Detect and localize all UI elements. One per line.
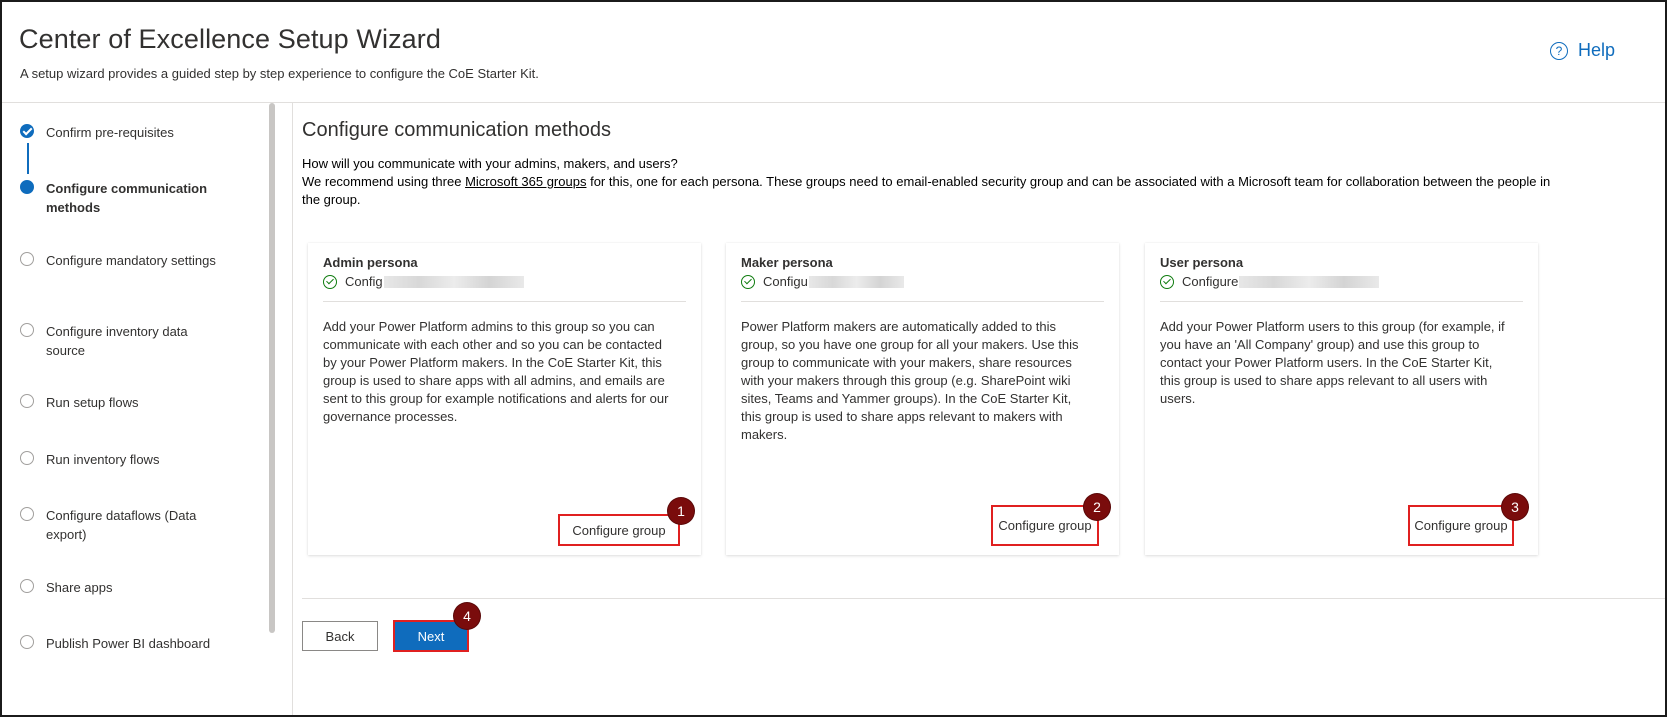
step-pending-circle-icon: [20, 451, 34, 465]
step-label: Configure dataflows (Data export): [46, 508, 197, 542]
status-text: Configure: [1182, 274, 1239, 289]
intro-text: How will you communicate with your admin…: [302, 155, 1560, 209]
help-link[interactable]: ? Help: [1549, 40, 1615, 61]
redacted-group-name: [808, 275, 904, 288]
page-header: Center of Excellence Setup Wizard A setu…: [2, 2, 1665, 103]
step-pending-circle-icon: [20, 252, 34, 266]
card-description: Power Platform makers are automatically …: [741, 319, 1079, 442]
redacted-group-name: [1239, 275, 1380, 288]
card-divider: [323, 301, 686, 302]
card-status: Configu: [741, 274, 904, 289]
configure-admin-group-button[interactable]: Configure group: [558, 514, 680, 546]
page-title: Center of Excellence Setup Wizard: [19, 24, 441, 54]
question-circle-icon: ?: [1549, 41, 1568, 60]
step-configure-dataflows[interactable]: Configure dataflows (Data export): [20, 506, 221, 544]
step-label: Configure mandatory settings: [46, 253, 216, 268]
card-divider: [1160, 301, 1523, 302]
step-completed-check-icon: [20, 124, 34, 138]
maker-persona-card: Maker persona Configu Power Platform mak…: [726, 243, 1119, 555]
step-pending-circle-icon: [20, 323, 34, 337]
step-run-setup-flows[interactable]: Run setup flows: [20, 393, 221, 412]
card-title: User persona: [1160, 255, 1244, 270]
check-circle-icon: [741, 274, 755, 289]
step-label: Confirm pre-requisites: [46, 125, 174, 140]
step-progress-line: [27, 143, 29, 174]
step-label: Publish Power BI dashboard: [46, 636, 211, 651]
step-pending-circle-icon: [20, 507, 34, 521]
step-publish-power-bi-dashboard[interactable]: Publish Power BI dashboard: [20, 634, 221, 653]
sidebar-scrollbar[interactable]: [269, 103, 275, 633]
step-configure-mandatory-settings[interactable]: Configure mandatory settings: [20, 251, 221, 270]
back-button[interactable]: Back: [302, 621, 378, 651]
intro-recommendation: We recommend using three Microsoft 365 g…: [302, 173, 1560, 209]
step-label: Run inventory flows: [46, 452, 160, 467]
step-pending-circle-icon: [20, 635, 34, 649]
step-number-badge: 2: [1084, 494, 1110, 520]
help-label: Help: [1577, 40, 1615, 60]
steps-sidebar: Confirm pre-requisites Configure communi…: [2, 103, 293, 715]
configure-user-group-button[interactable]: Configure group: [1408, 505, 1514, 546]
admin-persona-card: Admin persona Config Add your Power Plat…: [308, 243, 701, 555]
step-confirm-prerequisites[interactable]: Confirm pre-requisites: [20, 123, 221, 142]
microsoft-365-groups-link[interactable]: Microsoft 365 groups: [465, 174, 586, 189]
step-current-dot-icon: [20, 180, 34, 194]
step-run-inventory-flows[interactable]: Run inventory flows: [20, 450, 221, 469]
step-label: Configure communication methods: [46, 181, 208, 215]
step-label: Run setup flows: [46, 395, 139, 410]
step-number-badge: 4: [454, 603, 480, 629]
section-title: Configure communication methods: [302, 119, 612, 141]
card-title: Maker persona: [741, 255, 833, 270]
footer-divider: [302, 598, 1665, 599]
main-content: Configure communication methods How will…: [302, 103, 1665, 715]
card-description: Add your Power Platform users to this gr…: [1160, 319, 1505, 406]
intro-question: How will you communicate with your admin…: [302, 156, 678, 171]
wizard-window: Center of Excellence Setup Wizard A setu…: [0, 0, 1667, 717]
step-number-badge: 1: [668, 498, 694, 524]
step-configure-inventory-data-source[interactable]: Configure inventory data source: [20, 322, 221, 360]
card-status: Config: [323, 274, 524, 289]
check-circle-icon: [323, 274, 337, 289]
status-text: Configu: [763, 274, 808, 289]
step-label: Share apps: [46, 580, 113, 595]
check-circle-icon: [1160, 274, 1174, 289]
card-description: Add your Power Platform admins to this g…: [323, 319, 669, 424]
recommend-text-before: We recommend using three: [302, 174, 466, 189]
step-pending-circle-icon: [20, 394, 34, 408]
step-pending-circle-icon: [20, 579, 34, 593]
page-subtitle: A setup wizard provides a guided step by…: [20, 66, 539, 81]
step-configure-communication-methods[interactable]: Configure communication methods: [20, 179, 221, 217]
card-title: Admin persona: [323, 255, 418, 270]
step-number-badge: 3: [1502, 494, 1528, 520]
redacted-group-name: [383, 275, 524, 288]
configure-maker-group-button[interactable]: Configure group: [991, 505, 1099, 546]
card-divider: [741, 301, 1104, 302]
step-label: Configure inventory data source: [46, 324, 188, 358]
status-text: Config: [345, 274, 383, 289]
user-persona-card: User persona Configure Add your Power Pl…: [1145, 243, 1538, 555]
step-share-apps[interactable]: Share apps: [20, 578, 221, 597]
card-status: Configure: [1160, 274, 1380, 289]
